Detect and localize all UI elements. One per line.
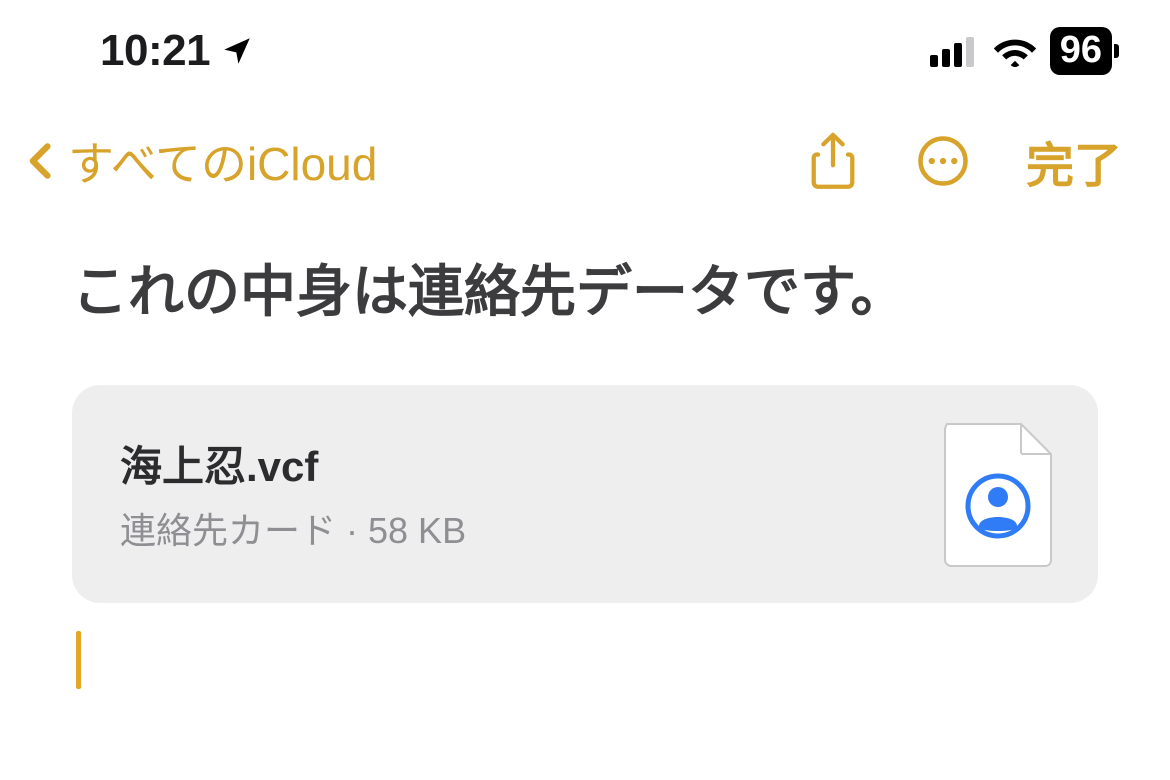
attachment-card[interactable]: 海上忍.vcf 連絡先カード · 58 KB [72,385,1098,603]
battery-indicator: 96 [1050,27,1112,76]
attachment-sep: · [336,510,368,551]
back-button[interactable]: すべてのiCloud [20,128,377,194]
attachment-size: 58 KB [368,510,466,551]
status-bar: 10:21 96 [0,0,1170,86]
status-left: 10:21 [100,26,254,76]
share-icon[interactable] [806,131,860,191]
battery-percent: 96 [1060,28,1102,74]
text-cursor [76,631,81,689]
attachment-type: 連絡先カード [120,510,336,551]
attachment-thumbnail [938,419,1058,569]
note-title[interactable]: これの中身は連絡先データです。 [72,256,1098,329]
nav-bar: すべてのiCloud 完了 [0,86,1170,208]
back-label: すべてのiCloud [68,128,377,194]
chevron-left-icon [20,134,64,188]
contact-file-icon [939,420,1057,568]
nav-actions: 完了 [806,126,1122,196]
done-button[interactable]: 完了 [1026,126,1122,196]
wifi-icon [992,34,1038,68]
attachment-info: 海上忍.vcf 連絡先カード · 58 KB [120,433,914,554]
attachment-meta: 連絡先カード · 58 KB [120,502,914,554]
status-time: 10:21 [100,26,210,76]
more-icon[interactable] [916,134,970,188]
status-right: 96 [930,27,1112,76]
cellular-signal-icon [930,35,980,67]
attachment-filename: 海上忍.vcf [120,433,914,494]
note-content[interactable]: これの中身は連絡先データです。 海上忍.vcf 連絡先カード · 58 KB [0,208,1170,689]
location-icon [220,34,254,68]
